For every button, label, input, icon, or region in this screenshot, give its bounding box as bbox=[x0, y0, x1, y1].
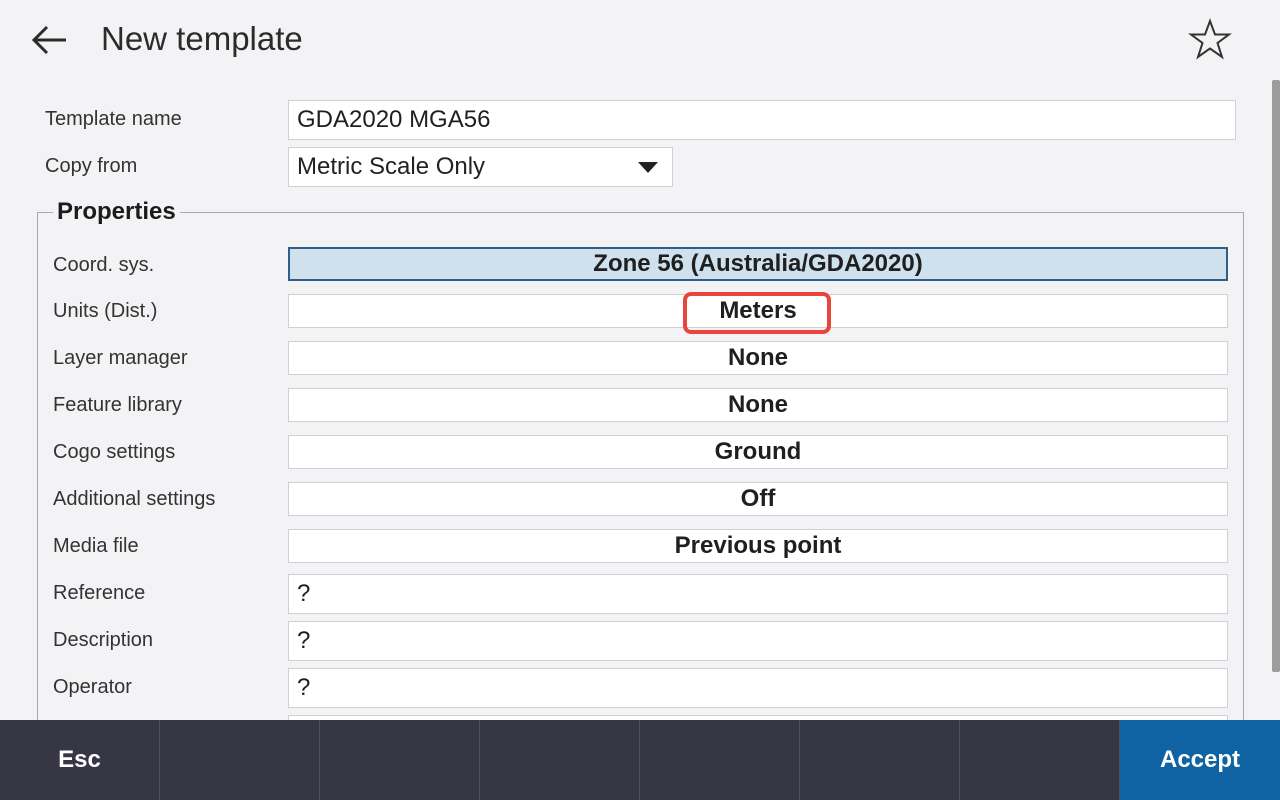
reference-label: Reference bbox=[53, 582, 146, 604]
feature-library-label: Feature library bbox=[53, 394, 182, 416]
accept-button[interactable]: Accept bbox=[1120, 720, 1280, 800]
additional-settings-field[interactable]: Off bbox=[288, 482, 1228, 516]
arrow-left-icon bbox=[31, 25, 66, 55]
copy-from-label: Copy from bbox=[45, 155, 138, 177]
header: New template bbox=[0, 0, 1280, 82]
media-file-label: Media file bbox=[53, 535, 139, 557]
footer-bar: Esc Accept bbox=[0, 720, 1280, 800]
footer-slot-3 bbox=[320, 720, 480, 800]
layer-manager-field[interactable]: None bbox=[288, 341, 1228, 375]
back-button[interactable] bbox=[30, 22, 70, 58]
media-file-field[interactable]: Previous point bbox=[288, 529, 1228, 563]
cogo-settings-label: Cogo settings bbox=[53, 441, 176, 463]
footer-slot-4 bbox=[480, 720, 640, 800]
description-label: Description bbox=[53, 629, 154, 651]
copy-from-value: Metric Scale Only bbox=[297, 153, 486, 180]
description-input[interactable]: ? bbox=[288, 621, 1228, 661]
footer-slot-2 bbox=[160, 720, 320, 800]
vertical-scrollbar[interactable] bbox=[1272, 80, 1280, 672]
caret-down-icon bbox=[638, 162, 658, 173]
template-name-input[interactable]: GDA2020 MGA56 bbox=[288, 100, 1236, 140]
esc-button[interactable]: Esc bbox=[0, 720, 160, 800]
cogo-settings-field[interactable]: Ground bbox=[288, 435, 1228, 469]
page-title: New template bbox=[101, 20, 303, 57]
feature-library-field[interactable]: None bbox=[288, 388, 1228, 422]
operator-label: Operator bbox=[53, 676, 132, 698]
units-dist-field[interactable]: Meters bbox=[288, 294, 1228, 328]
copy-from-dropdown[interactable]: Metric Scale Only bbox=[288, 147, 673, 187]
operator-input[interactable]: ? bbox=[288, 668, 1228, 708]
footer-slot-5 bbox=[640, 720, 800, 800]
coord-sys-field[interactable]: Zone 56 (Australia/GDA2020) bbox=[288, 247, 1228, 281]
additional-settings-label: Additional settings bbox=[53, 488, 216, 510]
template-name-label: Template name bbox=[45, 108, 182, 130]
coord-sys-label: Coord. sys. bbox=[53, 254, 155, 276]
footer-slot-7 bbox=[960, 720, 1120, 800]
reference-input[interactable]: ? bbox=[288, 574, 1228, 614]
units-dist-label: Units (Dist.) bbox=[53, 300, 158, 322]
star-icon bbox=[1187, 18, 1233, 60]
properties-legend: Properties bbox=[53, 198, 180, 226]
layer-manager-label: Layer manager bbox=[53, 347, 188, 369]
favorite-button[interactable] bbox=[1187, 18, 1233, 62]
footer-slot-6 bbox=[800, 720, 960, 800]
